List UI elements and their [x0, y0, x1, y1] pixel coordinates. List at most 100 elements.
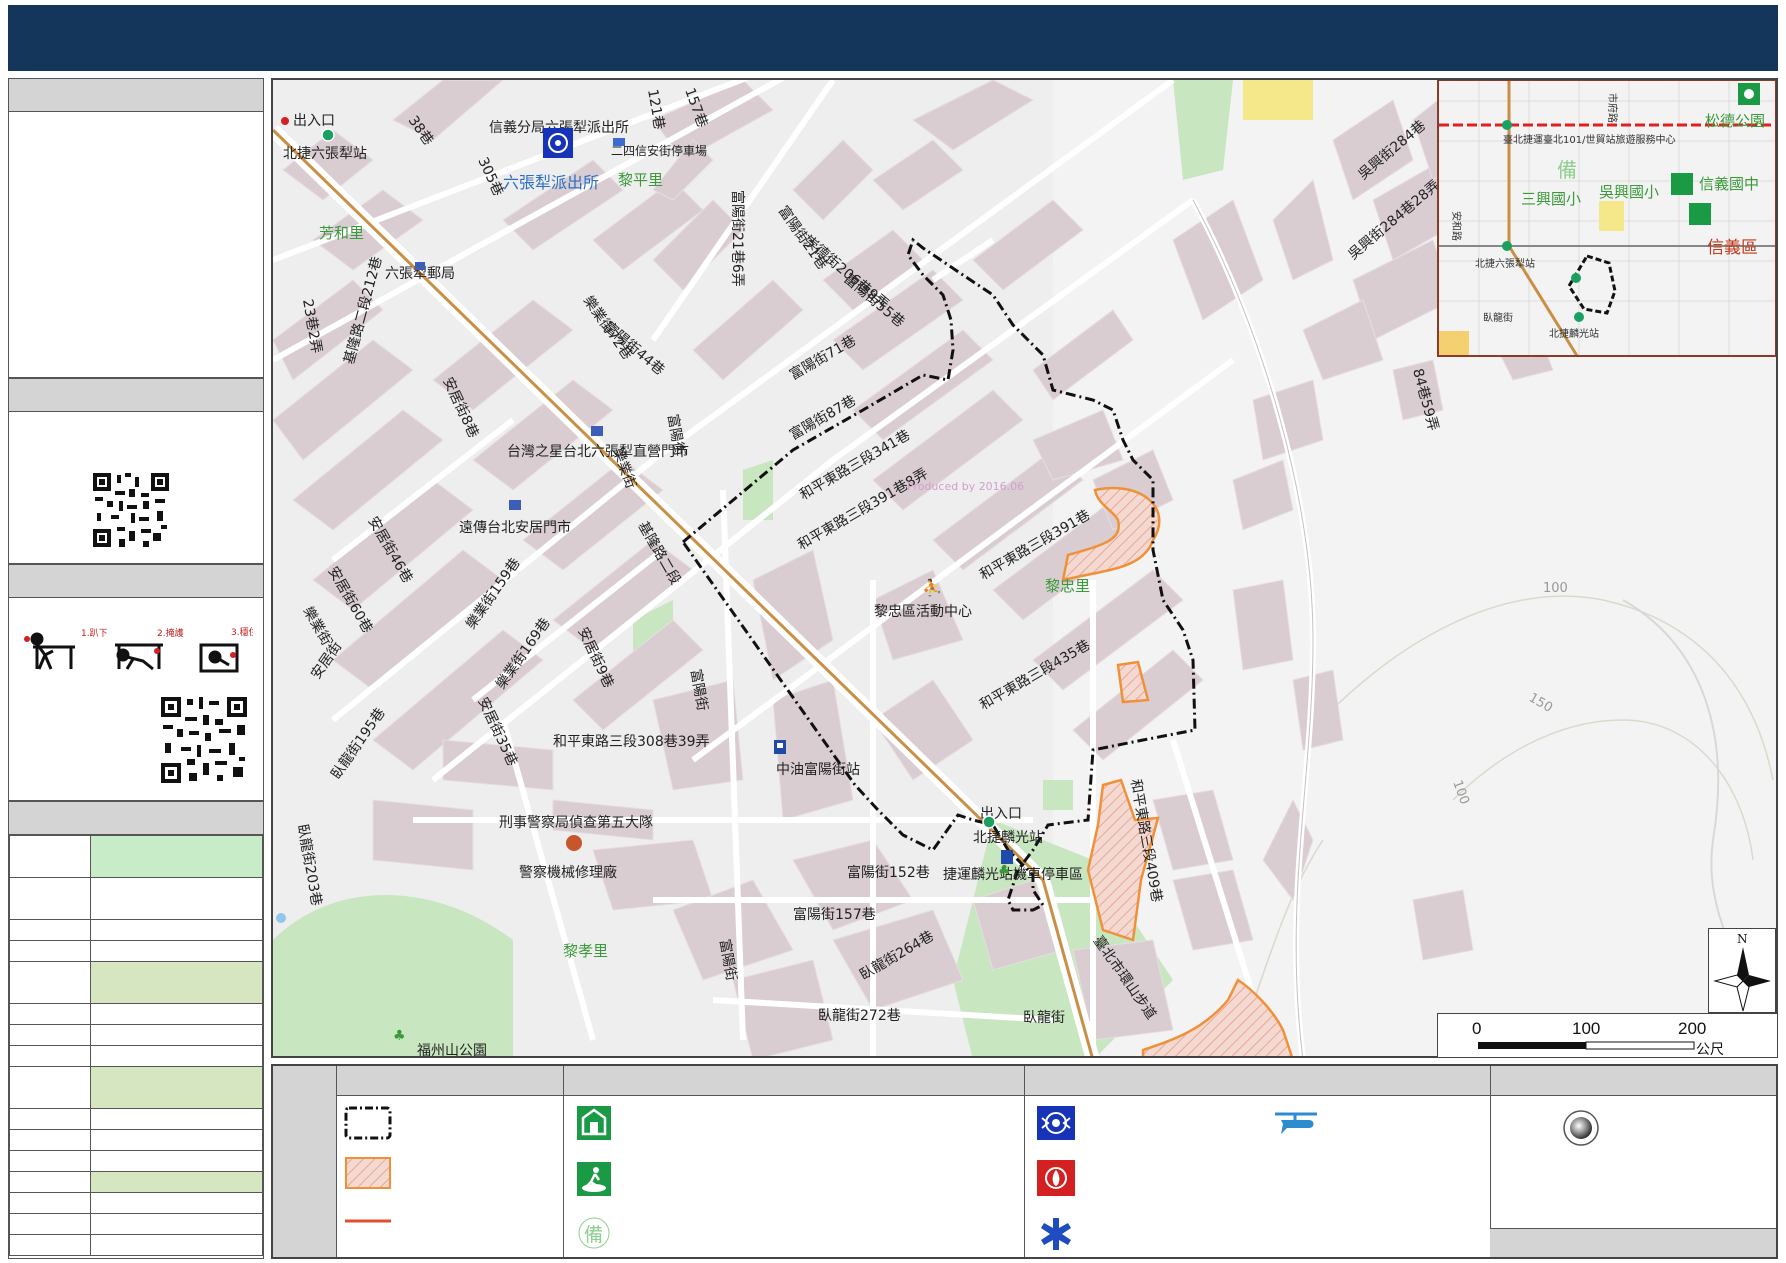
- inset-label: 信義國中: [1699, 175, 1759, 193]
- phone-store-icon: [509, 500, 521, 510]
- inset-label: 安和路: [1450, 211, 1463, 241]
- scale-bar: 0 100 200 公尺: [1437, 1013, 1778, 1058]
- community-center-label: 黎忠區活動中心: [874, 604, 972, 620]
- boundary-symbol-icon: [344, 1106, 392, 1140]
- inset-school-zone: [1599, 201, 1624, 231]
- road-label: 富陽街152巷: [847, 864, 930, 881]
- legend-title-cell: [273, 1066, 337, 1257]
- gas-station-icon: [774, 740, 786, 754]
- compass-needle-icon: [1737, 947, 1749, 981]
- inset-station-icon: [1502, 120, 1512, 130]
- inset-label: 臥龍街: [1483, 311, 1513, 324]
- qr-code-icon[interactable]: [159, 695, 249, 785]
- helicopter-icon: [1275, 1112, 1317, 1134]
- info-table: [9, 835, 263, 1256]
- inset-label: 三興國小: [1521, 190, 1581, 208]
- title-bar: [8, 5, 1778, 71]
- north-letter: N: [1737, 932, 1748, 946]
- medical-icon: [1041, 1218, 1071, 1250]
- inset-locator-map[interactable]: 松德公園 臺北捷運臺北101/世貿站旅遊服務中心 市府路 備 三興國小 吳興國小…: [1437, 80, 1776, 357]
- parking-icon: [1001, 850, 1013, 864]
- scale-tick-label: 100: [1572, 1019, 1600, 1038]
- road-label: 臥龍街203巷: [294, 823, 325, 907]
- gathering-point-icon: [1563, 1110, 1599, 1146]
- village-label: 芳和里: [319, 224, 364, 242]
- section-header: [9, 79, 263, 112]
- sidebar-section-earthquake: 1.趴下 2.掩護 3.穩住: [8, 564, 264, 801]
- sidebar-section-info: [8, 78, 264, 378]
- inset-district-label: 信義區: [1707, 238, 1758, 258]
- scale-unit: 公尺: [1696, 1042, 1724, 1058]
- parking-icon: [613, 138, 625, 146]
- inset-label: 吳興國小: [1599, 183, 1659, 201]
- legend-header-row: [337, 1066, 1776, 1096]
- road-label: 富陽街157巷: [793, 906, 876, 923]
- village-label: 黎平里: [618, 171, 663, 189]
- step-drop-label: 1.趴下: [81, 628, 108, 639]
- section-header: [9, 802, 263, 835]
- inset-park-icon: [1738, 83, 1760, 105]
- scale-tick-label: 0: [1472, 1019, 1481, 1038]
- police-unit-icon: [566, 835, 582, 851]
- tree-icon: ♣: [998, 863, 1011, 879]
- section-header: [9, 379, 263, 412]
- road-label: 臥龍街272巷: [818, 1007, 901, 1024]
- inset-label: 北捷麟光站: [1549, 327, 1599, 340]
- road-label: 樂業街72巷: [580, 293, 636, 363]
- gas-station-label: 中油富陽街站: [776, 761, 860, 778]
- section-header: [9, 565, 263, 598]
- evacuation-route-icon: [345, 1219, 391, 1223]
- inset-label: 臺北捷運臺北101/世貿站旅遊服務中心: [1503, 133, 1675, 146]
- mrt-station-icon[interactable]: [321, 128, 335, 142]
- inset-label: 松德公園: [1705, 112, 1765, 130]
- inset-label: 北捷六張犁站: [1475, 257, 1535, 270]
- qr-code-icon[interactable]: [91, 471, 171, 549]
- sidebar-section-qr: [8, 378, 264, 564]
- drop-cover-hold-illustration: 1.趴下 2.掩護 3.穩住: [24, 626, 253, 673]
- park-label: 福州山公園: [417, 1043, 487, 1058]
- pond-icon: [276, 913, 286, 923]
- road-label: 臥龍街: [1023, 1009, 1065, 1026]
- exit-label: 出入口: [293, 113, 335, 129]
- police-icon: [1037, 1106, 1075, 1140]
- road-label: 121巷: [644, 88, 667, 131]
- map-legend: 備: [271, 1064, 1778, 1259]
- inset-zone-yellow: [1439, 331, 1469, 355]
- tree-icon: ♣: [393, 1028, 406, 1044]
- parking-label: 捷運麟光站機車停車區: [943, 866, 1083, 883]
- store-label: 台灣之星台北六張犁直營門市: [507, 443, 689, 460]
- mrt-station-icon[interactable]: [982, 815, 996, 829]
- inset-station-icon: [1571, 273, 1581, 283]
- inset-station-icon: [1574, 312, 1584, 322]
- cib-label: 刑事警察局偵查第五大隊: [499, 814, 653, 831]
- village-label: 黎忠里: [1045, 577, 1090, 595]
- scale-tick-label: 200: [1678, 1019, 1706, 1038]
- post-office-icon: [415, 262, 425, 270]
- station-label: 北捷麟光站: [973, 830, 1043, 846]
- repair-label: 警察機械修理廠: [519, 864, 617, 881]
- inset-prepare-icon: 備: [1557, 158, 1577, 182]
- shelter-icon: [577, 1106, 611, 1140]
- inset-label: 市府路: [1606, 93, 1619, 123]
- hazard-symbol-icon: [345, 1157, 391, 1189]
- phone-store-icon: [591, 426, 603, 436]
- exit-marker-icon: [281, 117, 289, 125]
- station-label: 北捷六張犁站: [283, 146, 367, 162]
- inset-station-icon: [1502, 241, 1512, 251]
- police-station-icon[interactable]: [543, 128, 573, 158]
- store-label: 遠傳台北安居門市: [459, 519, 571, 536]
- school-zone: [1243, 80, 1313, 120]
- step-hold-label: 3.穩住: [231, 626, 253, 638]
- step-cover-label: 2.掩護: [157, 627, 184, 639]
- contour-label: 100: [1543, 581, 1568, 596]
- legend-footer-cell: [1490, 1228, 1776, 1257]
- prepared-site-icon: 備: [578, 1217, 610, 1249]
- community-center-icon: ⛹: [922, 578, 942, 597]
- main-map[interactable]: 出入口 北捷六張犁站 信義分局六張犁派出所 二四信安街停車場 六張犁郵局 台灣之…: [271, 78, 1778, 1058]
- village-label: 黎孝里: [563, 942, 608, 960]
- parking-label: 二四信安街停車場: [611, 143, 707, 158]
- north-arrow: N: [1708, 928, 1776, 1013]
- svg-text:備: 備: [584, 1224, 603, 1246]
- road-label: 305巷: [474, 155, 506, 199]
- watermark-text: Produced by 2016.06: [907, 480, 1024, 493]
